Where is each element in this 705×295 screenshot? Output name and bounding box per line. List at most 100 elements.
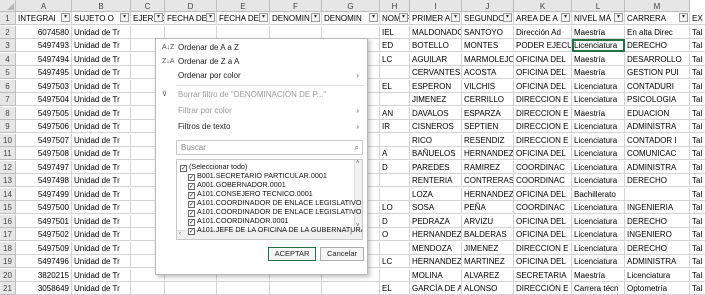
table-cell[interactable]: ARVIZU [462, 214, 514, 228]
accept-button[interactable]: ACEPTAR [268, 247, 316, 261]
table-cell[interactable]: JIMENEZ [410, 93, 462, 106]
table-cell[interactable]: HERNANDEZ [410, 255, 462, 268]
table-cell[interactable] [380, 268, 410, 282]
table-cell[interactable] [270, 25, 322, 39]
table-cell[interactable]: Licenciatura [572, 133, 625, 147]
table-cell[interactable] [380, 174, 410, 187]
table-cell[interactable]: MALDONADO [410, 25, 462, 39]
table-cell[interactable]: Licenciatura [572, 120, 625, 133]
table-cell[interactable]: DERECHO [625, 214, 690, 228]
row-number[interactable]: 17 [0, 228, 16, 241]
table-cell[interactable]: IR [380, 120, 410, 133]
table-cell[interactable]: ADMINISTRA [625, 160, 690, 174]
table-cell[interactable]: Licenciatura [572, 93, 625, 106]
table-cell[interactable]: Tal [690, 269, 705, 282]
row-number[interactable]: 1 [0, 12, 16, 25]
table-cell[interactable]: LOZA [410, 187, 462, 201]
table-cell[interactable]: 5497501 [16, 214, 72, 228]
table-cell[interactable]: Unidad de Tr [72, 25, 131, 39]
table-cell[interactable]: Tal [690, 282, 705, 295]
row-number[interactable]: 2 [0, 25, 16, 39]
row-number[interactable]: 7 [0, 93, 16, 106]
table-cell[interactable]: Tal [690, 174, 705, 187]
table-cell[interactable] [165, 25, 217, 39]
table-cell[interactable]: CERVANTES [410, 66, 462, 79]
filter-dropdown-icon[interactable]: ▾ [399, 13, 408, 22]
table-cell[interactable]: OFICINA DEL [514, 187, 572, 201]
table-cell[interactable]: DIRECCION E [514, 241, 572, 255]
row-number[interactable]: 20 [0, 268, 16, 282]
table-cell[interactable]: SOSA [410, 201, 462, 214]
column-header-cell[interactable]: EX [690, 12, 705, 25]
table-cell[interactable]: COMUNICAC [625, 147, 690, 160]
table-cell[interactable]: Unidad de Tr [72, 147, 131, 160]
table-cell[interactable]: ADMINISTRA [625, 120, 690, 133]
filter-value-option[interactable]: ✓ A101.JEFE DE LA OFICINA DE LA GUBERNATU… [188, 224, 362, 235]
table-cell[interactable]: OFICINA DEL [514, 214, 572, 228]
table-cell[interactable]: DERECHO [625, 39, 690, 52]
table-cell[interactable]: Unidad de Tr [72, 187, 131, 201]
table-cell[interactable]: Licenciatura [572, 201, 625, 214]
checkbox-checked-icon[interactable]: ✓ [180, 165, 187, 172]
table-cell[interactable]: BOTELLO [410, 39, 462, 52]
row-number[interactable]: 14 [0, 187, 16, 201]
table-cell[interactable]: DIRECCION E [514, 106, 572, 120]
table-cell[interactable]: Unidad de Tr [72, 66, 131, 79]
table-cell[interactable]: Unidad de Tr [72, 79, 131, 93]
table-cell[interactable]: MENDOZA [410, 241, 462, 255]
filter-dropdown-icon[interactable]: ▾ [311, 13, 320, 22]
table-cell[interactable] [380, 187, 410, 201]
row-number[interactable]: 16 [0, 214, 16, 228]
filter-search-input[interactable]: Buscar ⌕ [176, 140, 363, 155]
table-cell[interactable]: OFICINA DEL [514, 228, 572, 241]
table-cell[interactable]: Unidad de Tr [72, 255, 131, 268]
column-letter-l[interactable]: L [572, 0, 625, 12]
row-number[interactable]: 4 [0, 52, 16, 66]
table-cell[interactable]: ALVAREZ [462, 268, 514, 282]
table-cell[interactable]: Tal [690, 120, 705, 133]
column-letter-e[interactable]: E [217, 0, 270, 12]
table-cell[interactable] [217, 282, 270, 295]
table-cell[interactable]: Tal [690, 228, 705, 241]
column-letter-f[interactable]: F [270, 0, 322, 12]
table-cell[interactable]: DIRECCIÓN E [514, 282, 572, 295]
column-letter-d[interactable]: D [165, 0, 217, 12]
table-cell[interactable]: COORDINAC [514, 174, 572, 187]
sort-z-to-a[interactable]: Z↓A Ordenar de Z a A [156, 55, 367, 69]
table-cell[interactable]: 5497499 [16, 187, 72, 201]
table-cell[interactable]: Tal [690, 242, 705, 255]
filter-dropdown-icon[interactable]: ▾ [679, 13, 688, 22]
table-cell[interactable]: CONTADOR I [625, 133, 690, 147]
table-cell[interactable]: Licenciatura [572, 147, 625, 160]
table-cell[interactable]: OFICINA DEL [514, 52, 572, 66]
column-letter-m[interactable]: M [625, 0, 690, 12]
table-cell[interactable] [217, 25, 270, 39]
table-cell[interactable]: 3058649 [16, 282, 72, 295]
table-cell[interactable]: Unidad de Tr [72, 214, 131, 228]
table-cell[interactable] [380, 93, 410, 106]
column-header-cell[interactable]: PRIMER A ▾ [410, 12, 462, 25]
table-cell[interactable]: EL [380, 282, 410, 295]
table-cell[interactable]: Tal [690, 39, 705, 52]
table-cell[interactable]: Unidad de Tr [72, 201, 131, 214]
text-filters[interactable]: Filtros de texto › [156, 120, 367, 134]
table-cell[interactable]: Tal [690, 93, 705, 106]
table-cell[interactable]: ESPERON [410, 79, 462, 93]
table-cell[interactable]: SEPTIEN [462, 120, 514, 133]
table-cell[interactable]: SECRETARIA [514, 268, 572, 282]
table-cell[interactable]: ALONSO [462, 282, 514, 295]
table-cell[interactable]: COORDINAC [514, 160, 572, 174]
table-cell[interactable]: 5497502 [16, 228, 72, 241]
row-number[interactable]: 12 [0, 160, 16, 174]
table-cell[interactable] [165, 282, 217, 295]
table-cell[interactable]: 5497493 [16, 39, 72, 52]
table-cell[interactable]: Licenciatura [572, 255, 625, 268]
table-cell[interactable]: MARMOLEJO [462, 52, 514, 66]
filter-dropdown-icon[interactable]: ▾ [206, 13, 215, 22]
table-cell[interactable]: A [380, 147, 410, 160]
table-cell[interactable]: EL [380, 79, 410, 93]
table-cell[interactable]: Tal [690, 66, 705, 79]
table-cell[interactable]: 5497505 [16, 106, 72, 120]
table-cell[interactable] [380, 241, 410, 255]
table-cell[interactable]: Tal [690, 53, 705, 66]
